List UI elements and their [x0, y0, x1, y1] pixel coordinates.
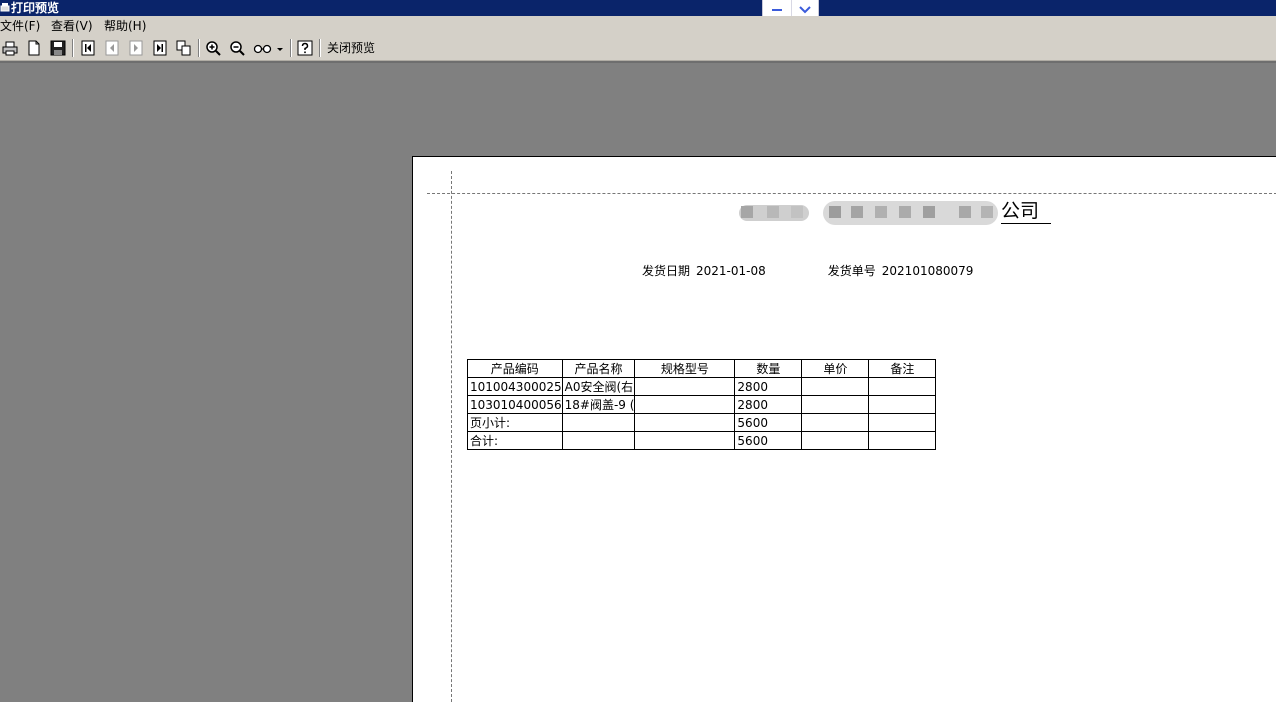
- next-page-button[interactable]: [126, 38, 146, 58]
- last-page-button[interactable]: [150, 38, 170, 58]
- menu-help[interactable]: 帮助(H): [104, 16, 146, 36]
- table-cell: 101004300025: [467, 377, 563, 396]
- prev-page-button[interactable]: [102, 38, 122, 58]
- column-header: 产品编码: [467, 359, 563, 378]
- print-button[interactable]: [0, 38, 20, 58]
- table-row: 101004300025 A0安全阀(右 2800: [467, 377, 937, 396]
- table-cell: [634, 377, 736, 396]
- column-header: 规格型号: [634, 359, 736, 378]
- date-value: 2021-01-08: [696, 264, 766, 278]
- first-page-icon: [81, 40, 95, 56]
- table-cell: 合计:: [467, 431, 563, 450]
- date-label: 发货日期: [642, 264, 691, 278]
- column-header: 备注: [868, 359, 937, 378]
- toolbar-separator: [319, 39, 321, 57]
- next-page-icon: [129, 40, 143, 56]
- company-title: 公司: [1001, 199, 1052, 224]
- table-cell: A0安全阀(右: [561, 377, 636, 396]
- table-cell: 5600: [734, 413, 803, 432]
- table-row: 103010400056 18#阀盖-9 ( 2800: [467, 395, 937, 414]
- page-setup-icon: [28, 40, 40, 56]
- order-label: 发货单号: [827, 264, 876, 278]
- table-cell: 2800: [734, 395, 803, 414]
- table-cell: 103010400056: [467, 395, 563, 414]
- redacted-company-name: [739, 201, 998, 225]
- workspace-border: [0, 61, 1276, 63]
- save-icon: [50, 40, 66, 56]
- toolbar-separator: [198, 39, 200, 57]
- column-header: 单价: [801, 359, 870, 378]
- save-button[interactable]: [48, 38, 68, 58]
- close-preview-button[interactable]: 关闭预览: [327, 36, 375, 60]
- last-page-icon: [153, 40, 167, 56]
- multi-page-button[interactable]: [174, 38, 194, 58]
- shipment-table: 产品编码 产品名称 规格型号 数量 单价 备注 101004300025 A0安…: [467, 359, 937, 450]
- table-cell: [801, 431, 870, 450]
- column-header: 数量: [734, 359, 803, 378]
- print-icon: [2, 41, 18, 56]
- table-cell: [634, 431, 736, 450]
- glasses-icon: [253, 44, 272, 54]
- printer-icon: [0, 3, 10, 12]
- print-page: 公司 发货日期 2021-01-08 发货单号 202101080079 产品编码 产…: [412, 156, 1276, 702]
- menu-bar: 文件(F) 查看(V) 帮助(H): [0, 16, 1276, 36]
- first-page-button[interactable]: [78, 38, 98, 58]
- table-row: 合计: 5600: [467, 431, 937, 450]
- table-cell: 2800: [734, 377, 803, 396]
- toolbar: 关闭预览: [0, 36, 1276, 61]
- toolbar-separator: [72, 39, 74, 57]
- zoom-out-button[interactable]: [227, 38, 247, 58]
- title-bar: 打印预览: [0, 0, 1276, 16]
- page-setup-button[interactable]: [24, 38, 44, 58]
- window-title: 打印预览: [11, 1, 60, 15]
- table-header-row: 产品编码 产品名称 规格型号 数量 单价 备注: [467, 359, 937, 378]
- table-cell: [868, 413, 937, 432]
- table-cell: [561, 431, 636, 450]
- table-cell: 页小计:: [467, 413, 563, 432]
- table-cell: [634, 395, 736, 414]
- column-header: 产品名称: [561, 359, 636, 378]
- zoom-dropdown-button[interactable]: [251, 38, 287, 58]
- chevron-down-icon: [277, 48, 283, 51]
- menu-view[interactable]: 查看(V): [51, 16, 93, 36]
- multi-page-icon: [176, 40, 191, 56]
- prev-page-icon: [105, 40, 119, 56]
- table-cell: [801, 395, 870, 414]
- shipment-info: 发货日期 2021-01-08 发货单号 202101080079: [642, 262, 973, 279]
- order-value: 202101080079: [881, 264, 974, 278]
- table-cell: [868, 377, 937, 396]
- margin-guide-left: [451, 171, 452, 702]
- table-cell: [801, 413, 870, 432]
- help-button[interactable]: [295, 38, 315, 58]
- toolbar-separator: [290, 39, 292, 57]
- zoom-in-icon: [206, 41, 221, 56]
- menu-file[interactable]: 文件(F): [0, 16, 40, 36]
- margin-guide-top: [427, 193, 1276, 194]
- table-cell: [868, 431, 937, 450]
- zoom-in-button[interactable]: [203, 38, 223, 58]
- table-cell: 5600: [734, 431, 803, 450]
- table-cell: [868, 395, 937, 414]
- table-row: 页小计: 5600: [467, 413, 937, 432]
- table-cell: 18#阀盖-9 (: [561, 395, 636, 414]
- table-cell: [801, 377, 870, 396]
- zoom-out-icon: [230, 41, 245, 56]
- table-cell: [634, 413, 736, 432]
- help-icon: [297, 40, 313, 56]
- table-cell: [561, 413, 636, 432]
